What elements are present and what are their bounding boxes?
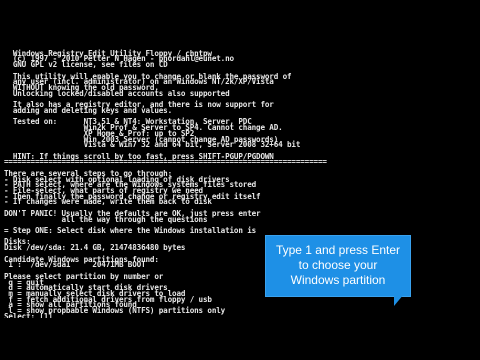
terminal-line: - If changes were made, write them back … [4,197,212,207]
terminal-line: adding and deleting keys and values. [4,105,173,115]
terminal-line[interactable]: Select: [1] _ [4,313,62,318]
terminal-line: all the way through the questions [4,214,208,224]
terminal-line: Disk /dev/sda: 21.4 GB, 21474836480 byte… [4,243,186,253]
callout-line-3: Windows partition [290,273,386,287]
terminal-line: ========================================… [4,157,327,167]
callout-line-2: to choose your [298,258,378,272]
terminal-line: = Step ONE: Select disk where the Window… [4,226,257,236]
callout-line-1: Type 1 and press Enter [275,243,401,257]
terminal-line: Vista & Win7 32 and 64 bit, Server 2008 … [4,140,301,150]
callout-pointer [394,294,404,306]
terminal-line: GNU GPL v2 license, see files on CD [4,60,168,70]
instruction-callout: Type 1 and press Enter to choose your Wi… [266,236,410,296]
terminal-line: Unlocking locked/disabled accounts also … [4,88,230,98]
video-frame: Windows Registry Edit Utility Floppy / c… [0,0,480,360]
terminal-line: 1 : /dev/sda1 20471MB BOOT [4,260,146,270]
